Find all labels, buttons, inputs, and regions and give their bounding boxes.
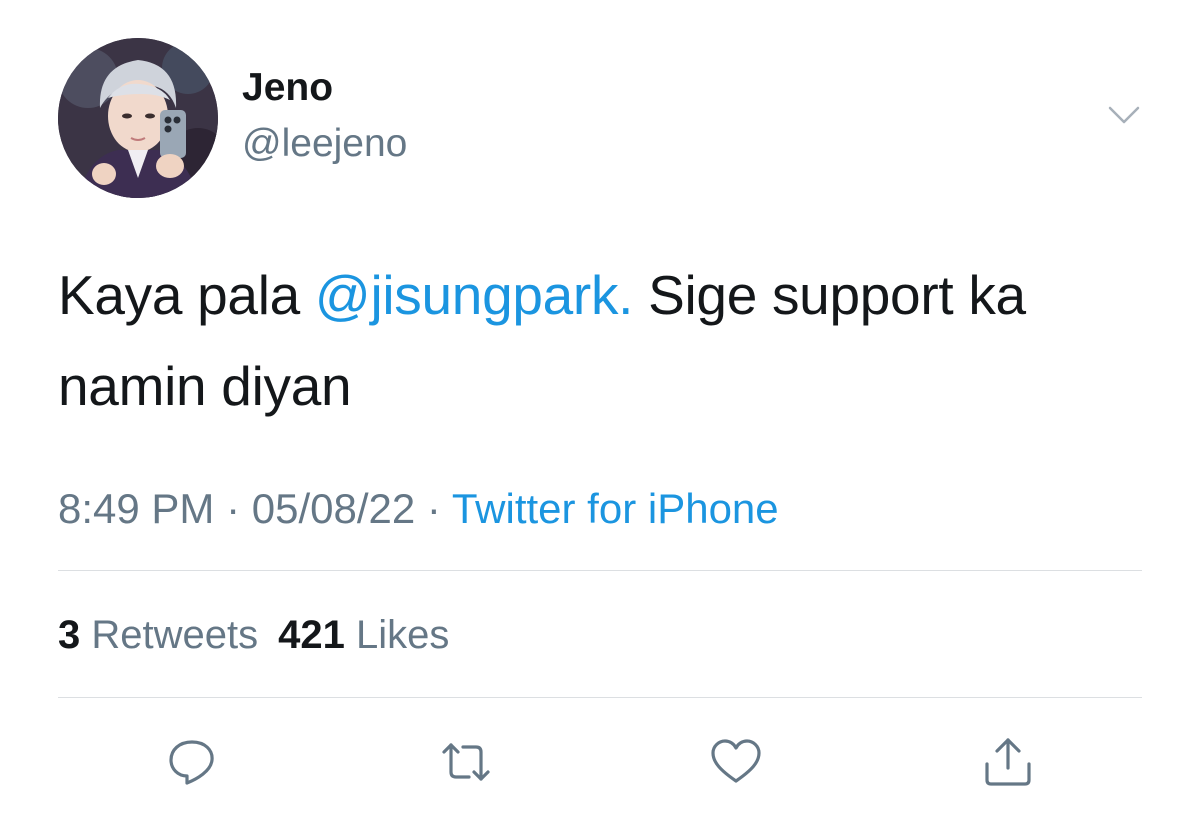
retweet-button[interactable]	[438, 736, 494, 788]
tweet-meta: 8:49 PM · 05/08/22 · Twitter for iPhone	[58, 485, 779, 533]
share-button[interactable]	[980, 736, 1036, 788]
tweet-time: 8:49 PM	[58, 485, 215, 532]
divider	[58, 570, 1142, 571]
likes-stat[interactable]: 421 Likes	[278, 613, 449, 657]
display-name[interactable]: Jeno	[242, 66, 333, 110]
chevron-down-icon[interactable]	[1104, 100, 1144, 130]
likes-count: 421	[278, 613, 345, 657]
meta-separator: ·	[214, 485, 252, 532]
user-handle[interactable]: @leejeno	[242, 122, 407, 166]
retweet-icon	[442, 743, 490, 781]
like-button[interactable]	[708, 736, 764, 788]
tweet-text: Kaya pala @jisungpark. Sige support ka n…	[58, 250, 1148, 432]
reply-icon	[169, 740, 214, 785]
likes-label: Likes	[344, 613, 450, 657]
avatar-image	[58, 38, 218, 198]
avatar[interactable]	[58, 38, 218, 198]
tweet-detail: Jeno @leejeno Kaya pala @jisungpark. Sig…	[0, 0, 1200, 826]
engagement-stats: 3 Retweets 421 Likes	[58, 613, 449, 658]
reply-button[interactable]	[164, 736, 220, 788]
retweets-count: 3	[58, 613, 81, 657]
heart-icon	[711, 739, 761, 783]
meta-separator: ·	[415, 485, 452, 532]
divider	[58, 697, 1142, 698]
retweets-stat[interactable]: 3 Retweets	[58, 613, 258, 657]
tweet-source-link[interactable]: Twitter for iPhone	[452, 485, 779, 532]
mention-link[interactable]: @jisungpark.	[315, 264, 634, 326]
retweets-label: Retweets	[80, 613, 259, 657]
tweet-text-part: Kaya pala	[58, 264, 315, 326]
tweet-date: 05/08/22	[251, 485, 416, 532]
share-icon	[985, 738, 1031, 786]
